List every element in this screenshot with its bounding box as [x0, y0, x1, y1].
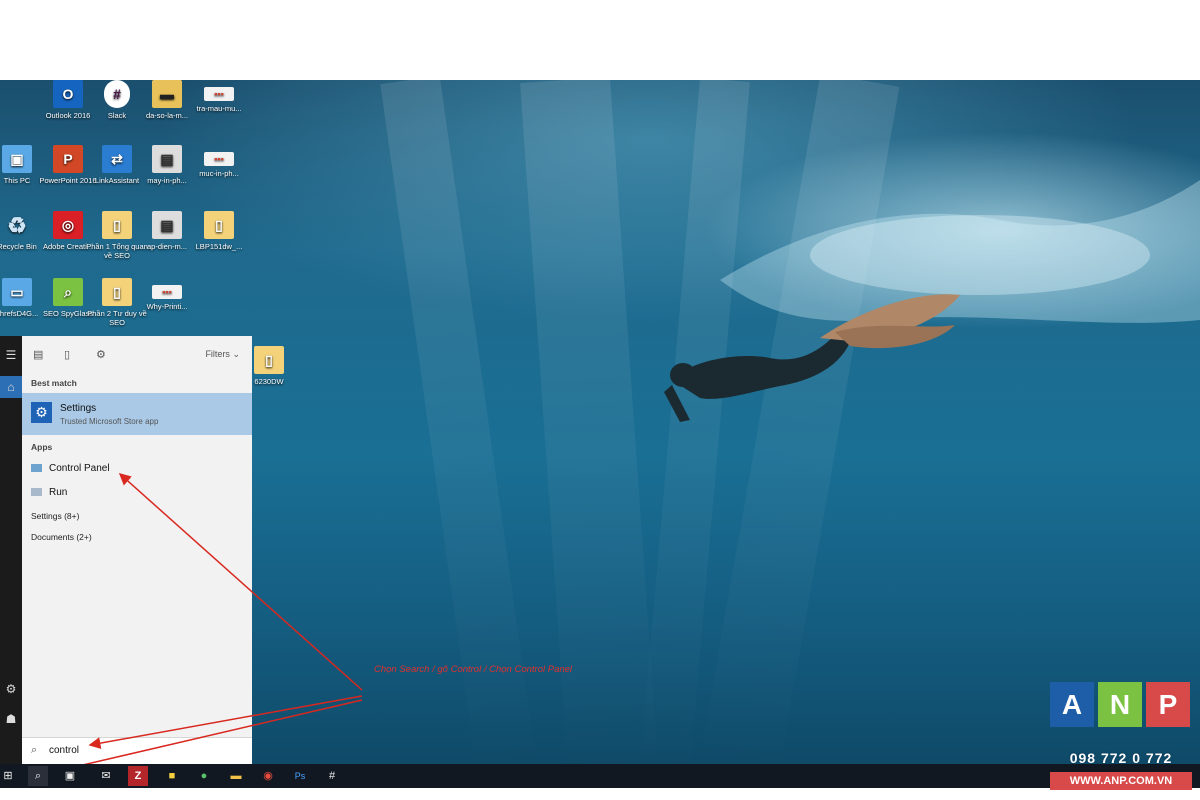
- logo-phone: 098 772 0 772: [1069, 750, 1173, 766]
- filezilla-icon[interactable]: Z: [128, 766, 148, 786]
- logo-letter-p: P: [1146, 682, 1190, 727]
- arrow-to-search-button: [42, 699, 363, 778]
- mail-icon[interactable]: ✉: [96, 766, 116, 786]
- logo-letter-a: A: [1050, 682, 1094, 727]
- logo-website: WWW.ANP.COM.VN: [1050, 772, 1192, 790]
- file-explorer-icon[interactable]: ▬: [226, 766, 246, 786]
- windows-start-icon[interactable]: ⊞: [0, 766, 18, 786]
- line-chat-icon[interactable]: ●: [194, 766, 214, 786]
- taskbar: ⊞ ⌕ ▣ ✉ Z ■ ● ▬ ◉ Ps #: [0, 764, 1200, 788]
- logo-letter-n: N: [1098, 682, 1142, 727]
- task-view-icon[interactable]: ▣: [60, 766, 80, 786]
- anp-logo-watermark: A N P 098 772 0 772 WWW.ANP.COM.VN: [1050, 682, 1192, 790]
- arrow-to-search-box: [88, 695, 363, 750]
- annotation-arrows: [42, 473, 363, 778]
- slack-taskbar-icon[interactable]: #: [322, 766, 342, 786]
- arrow-to-control-panel: [118, 473, 363, 691]
- photoshop-icon[interactable]: Ps: [290, 766, 310, 786]
- chrome-icon[interactable]: ◉: [258, 766, 278, 786]
- search-button-icon[interactable]: ⌕: [28, 766, 48, 786]
- sticky-notes-icon[interactable]: ■: [162, 766, 182, 786]
